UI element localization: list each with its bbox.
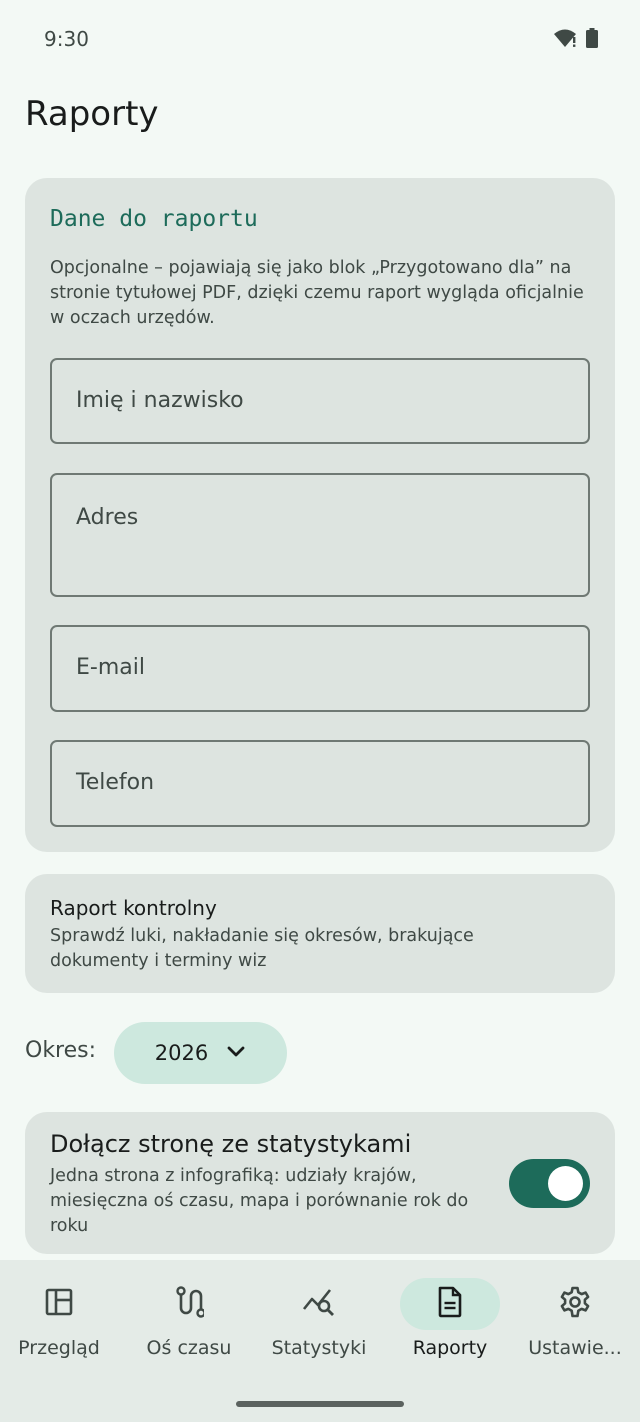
chevron-down-icon: [226, 1044, 246, 1063]
nav-pill: [9, 1278, 109, 1330]
status-time: 9:30: [44, 27, 89, 51]
report-details-description: Opcjonalne – pojawiają się jako blok „Pr…: [50, 258, 584, 328]
nav-item-settings[interactable]: Ustawie...: [511, 1278, 639, 1378]
description-icon: [437, 1286, 463, 1322]
nav-item-reports[interactable]: Raporty: [386, 1278, 514, 1378]
dashboard-icon: [44, 1287, 74, 1321]
wifi-warning-icon: [554, 28, 578, 52]
nav-pill: [139, 1278, 239, 1330]
nav-label: Raporty: [412, 1337, 488, 1359]
stats-page-toggle[interactable]: [509, 1159, 590, 1208]
nav-item-stats[interactable]: Statystyki: [255, 1278, 383, 1378]
name-field-placeholder: Imię i nazwisko: [76, 388, 244, 413]
address-field[interactable]: Adres: [50, 473, 590, 597]
status-bar: 9:30: [0, 0, 640, 80]
nav-item-overview[interactable]: Przegląd: [0, 1278, 123, 1378]
nav-label: Oś czasu: [146, 1337, 232, 1359]
timeline-icon: [174, 1286, 206, 1322]
query-stats-icon: [302, 1287, 336, 1321]
report-details-title: Dane do raportu: [50, 206, 258, 232]
phone-field-placeholder: Telefon: [76, 770, 155, 795]
status-icons: [554, 28, 598, 52]
period-selected-value: 2026: [154, 1041, 209, 1065]
nav-label: Statystyki: [271, 1337, 367, 1359]
battery-icon: [586, 28, 598, 52]
stats-page-title: Dołącz stronę ze statystykami: [50, 1130, 412, 1158]
toggle-knob: [548, 1166, 583, 1201]
nav-pill-active: [400, 1278, 500, 1330]
period-dropdown[interactable]: 2026: [114, 1022, 287, 1084]
home-indicator[interactable]: [236, 1401, 404, 1407]
nav-pill: [269, 1278, 369, 1330]
settings-icon: [559, 1286, 591, 1322]
email-field-placeholder: E-mail: [76, 655, 145, 680]
phone-field[interactable]: Telefon: [50, 740, 590, 827]
control-report-description: Sprawdź luki, nakładanie się okresów, br…: [50, 926, 474, 971]
nav-item-timeline[interactable]: Oś czasu: [125, 1278, 253, 1378]
period-label: Okres:: [25, 1038, 97, 1063]
control-report-title: Raport kontrolny: [50, 896, 217, 920]
email-field[interactable]: E-mail: [50, 625, 590, 712]
address-field-placeholder: Adres: [76, 505, 139, 530]
nav-label: Ustawie...: [528, 1337, 622, 1359]
page-title: Raporty: [25, 94, 159, 134]
nav-label: Przegląd: [18, 1337, 100, 1359]
stats-page-description: Jedna strona z infografiką: udziały kraj…: [50, 1166, 469, 1236]
name-field[interactable]: Imię i nazwisko: [50, 358, 590, 444]
nav-pill: [525, 1278, 625, 1330]
